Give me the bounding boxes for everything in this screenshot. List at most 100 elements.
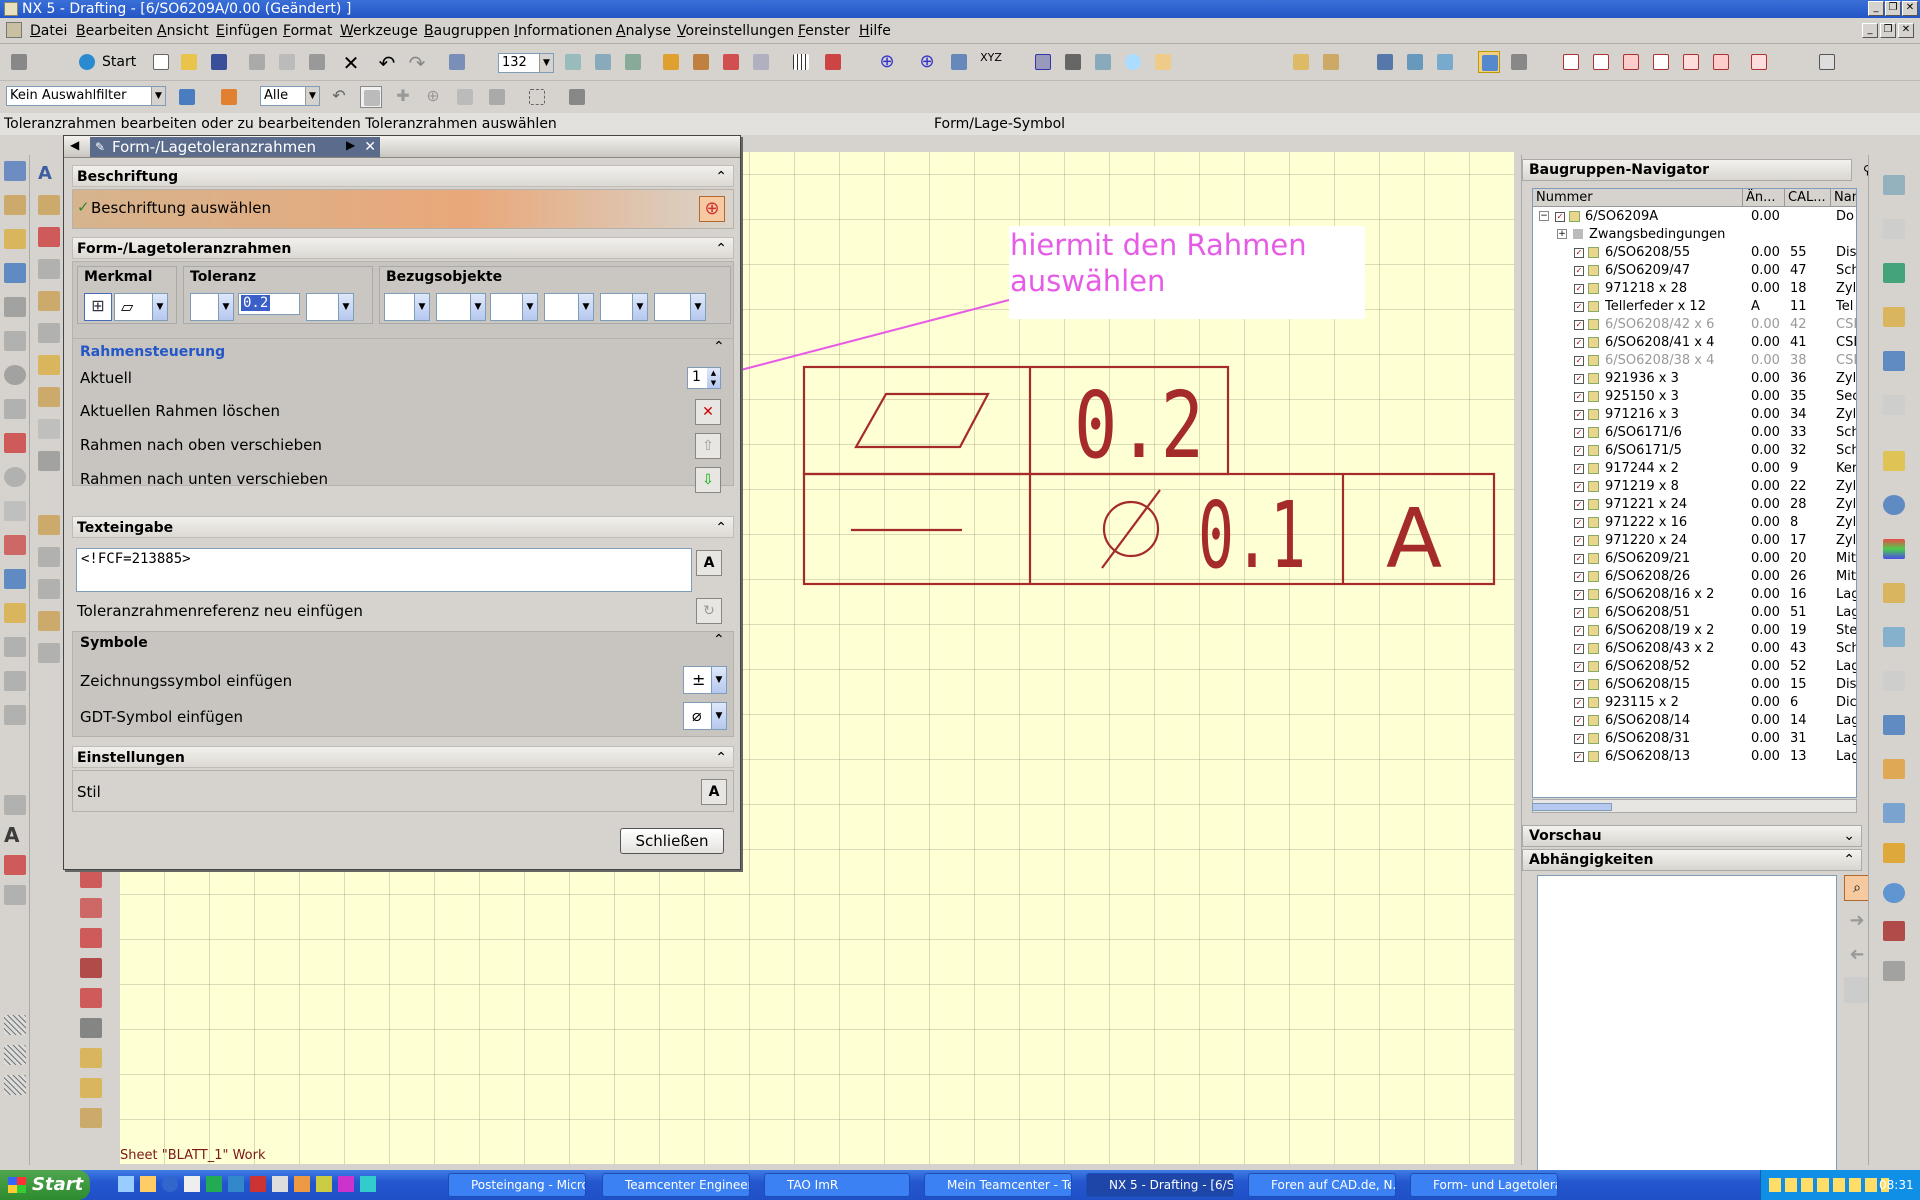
section-text-header[interactable]: Texteingabe ⌃ <box>72 516 734 538</box>
point-icon[interactable]: ⊕ <box>876 51 898 73</box>
reuse-library-tab-icon[interactable] <box>1883 307 1905 327</box>
dialog-tab[interactable]: ✎ Form-/Lagetoleranzrahmen ✕ <box>90 137 380 157</box>
menu-datei[interactable]: Datei <box>30 22 67 42</box>
constraint-navigator-tab-icon[interactable] <box>1883 219 1905 239</box>
close-button[interactable]: Schließen <box>620 828 724 854</box>
datum-icon[interactable] <box>948 51 970 73</box>
snap3-icon[interactable] <box>720 51 742 73</box>
drawing-symbol-dropdown[interactable]: ± ▼ <box>683 666 727 694</box>
undo-icon[interactable]: ↶ <box>376 51 398 75</box>
font-icon[interactable]: A <box>4 823 26 847</box>
menu-fenster[interactable]: Fenster <box>798 22 850 42</box>
col-name[interactable]: Name <box>1831 189 1856 207</box>
checkbox-icon[interactable]: ✓ <box>1574 572 1584 582</box>
checkbox-icon[interactable]: ✓ <box>1574 302 1584 312</box>
snap-icon[interactable] <box>660 51 682 73</box>
close-icon[interactable]: ✕ <box>364 137 376 157</box>
datum-target-icon[interactable] <box>38 291 60 311</box>
taskbar-item[interactable]: Posteingang - Micros... <box>448 1173 586 1197</box>
hatch2-icon[interactable] <box>4 1015 26 1035</box>
taskbar-item[interactable]: Teamcenter Engineeri... <box>602 1173 750 1197</box>
menu-einfuegen[interactable]: Einfügen <box>216 22 278 42</box>
navigator-row[interactable]: ✓ 6/SO6208/26 0.00 26 Mit <box>1533 568 1856 586</box>
checkbox-icon[interactable]: ✓ <box>1574 356 1584 366</box>
menu-bearbeiten[interactable]: Bearbeiten <box>76 22 153 42</box>
navigator-row[interactable]: ✓ 6/SO6208/51 0.00 51 Lag <box>1533 604 1856 622</box>
table4-icon[interactable] <box>1650 51 1672 73</box>
navigator-row[interactable]: ✓ 6/SO6208/52 0.00 52 Lag <box>1533 658 1856 676</box>
pan-icon[interactable] <box>1152 51 1174 73</box>
dim-radius-icon[interactable] <box>80 988 102 1008</box>
table3-icon[interactable] <box>1620 51 1642 73</box>
balloon-icon[interactable] <box>38 579 60 599</box>
shape-icon[interactable] <box>1883 843 1905 863</box>
restore-button[interactable]: ❐ <box>1885 1 1901 16</box>
hatch3-icon[interactable] <box>4 1045 26 1065</box>
history-tab-icon[interactable] <box>1883 395 1905 415</box>
dialog-title-bar[interactable]: ◀ ✎ Form-/Lagetoleranzrahmen ✕ ▶ <box>64 136 740 158</box>
checkbox-icon[interactable]: ✓ <box>1574 500 1584 510</box>
doc-restore-button[interactable]: ❐ <box>1880 23 1896 38</box>
dimension2-icon[interactable] <box>4 855 26 875</box>
navigator-row[interactable]: ✓ 971220 x 24 0.00 17 Zyl <box>1533 532 1856 550</box>
delete-icon[interactable]: ✕ <box>340 51 362 75</box>
surface-finish-icon[interactable] <box>38 355 60 375</box>
copy-icon[interactable] <box>276 51 298 73</box>
crosshair-select-icon[interactable]: ⊕ <box>699 196 725 222</box>
view-create-icon[interactable] <box>4 263 26 283</box>
dim-chamfer-icon[interactable] <box>80 1048 102 1068</box>
select-annotation-row[interactable]: ✓ Beschriftung auswählen ⊕ <box>72 189 734 229</box>
table6-icon[interactable] <box>1710 51 1732 73</box>
leader-icon[interactable] <box>4 569 26 589</box>
checkbox-icon[interactable]: ✓ <box>1574 392 1584 402</box>
chevron-up-icon[interactable]: ⌃ <box>713 632 725 648</box>
ordinate-icon[interactable] <box>38 195 60 215</box>
scroll-thumb[interactable] <box>1532 803 1612 811</box>
navigator-row[interactable]: ✓ 6/SO6171/5 0.00 32 Sch <box>1533 442 1856 460</box>
tolerance-input[interactable]: 0.2 <box>238 293 300 315</box>
datum2-modifier-dropdown[interactable]: ▼ <box>544 293 594 321</box>
quick-launch-icon[interactable] <box>118 1176 134 1192</box>
tool-icon[interactable] <box>1883 961 1905 981</box>
break-icon[interactable] <box>4 399 26 419</box>
dimension-icon[interactable] <box>1290 51 1312 73</box>
navigator-row[interactable]: ✓ 6/SO6208/31 0.00 31 Lag <box>1533 730 1856 748</box>
display-icon[interactable] <box>1508 51 1530 73</box>
arrow-left-icon[interactable]: ➜ <box>1844 943 1870 969</box>
scope-combo[interactable]: Alle ▼ <box>260 86 320 106</box>
view2-icon[interactable] <box>4 885 26 905</box>
material-modifier-dropdown[interactable]: ▼ <box>306 293 354 321</box>
assembly-icon[interactable] <box>1374 51 1396 73</box>
user-symbol-icon[interactable] <box>38 611 60 631</box>
selection-filter-combo[interactable]: Kein Auswahlfilter ▼ <box>6 86 166 106</box>
frame-type-icon[interactable]: ⊞ <box>84 293 112 321</box>
dependencies-header[interactable]: Abhängigkeiten ⌃ <box>1522 849 1862 871</box>
point-snap-icon[interactable]: ✚ <box>392 86 414 108</box>
datum1-dropdown[interactable]: ▼ <box>384 293 430 321</box>
chevron-up-icon[interactable]: ⌃ <box>1843 850 1855 870</box>
fit-icon[interactable] <box>1032 51 1054 73</box>
navigator-row[interactable]: ✓ 6/SO6208/14 0.00 14 Lag <box>1533 712 1856 730</box>
section-settings-header[interactable]: Einstellungen ⌃ <box>72 746 734 768</box>
checkbox-icon[interactable]: ✓ <box>1574 338 1584 348</box>
preview-header[interactable]: Vorschau ⌄ <box>1522 825 1862 847</box>
process-studio-icon[interactable] <box>1883 715 1905 735</box>
spinner-arrows-icon[interactable]: ▲ ▼ <box>707 368 720 388</box>
arrow-right-icon[interactable]: ➜ <box>1844 909 1870 935</box>
navigator-row[interactable]: ✓ 6/SO6208/42 x 6 0.00 42 CSI <box>1533 316 1856 334</box>
quick-launch-icon[interactable] <box>250 1176 266 1192</box>
navigator-row[interactable]: ✓ 6/SO6208/55 0.00 55 Dis <box>1533 244 1856 262</box>
tools-icon[interactable] <box>8 51 30 73</box>
system-materials-tab-icon[interactable] <box>1883 451 1905 471</box>
snap4-icon[interactable] <box>750 51 772 73</box>
chevron-up-icon[interactable]: ⌃ <box>713 339 725 355</box>
checkbox-icon[interactable]: ✓ <box>1574 734 1584 744</box>
arc-icon[interactable] <box>4 229 26 249</box>
clock-icon[interactable] <box>1883 495 1905 515</box>
xyz-icon[interactable]: XYZ <box>980 51 1002 73</box>
chevron-up-icon[interactable]: ⌃ <box>715 166 727 188</box>
constraint-icon[interactable] <box>1434 51 1456 73</box>
select-icon[interactable] <box>446 51 468 73</box>
annotation-text-icon[interactable]: A <box>38 163 60 184</box>
tolerance-zone-dropdown[interactable]: ▼ <box>190 293 234 321</box>
